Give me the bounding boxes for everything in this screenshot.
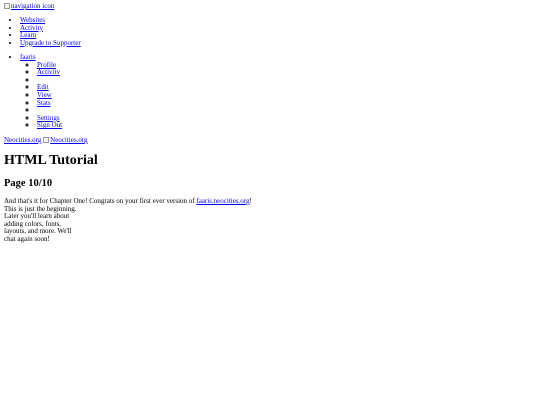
account-activity-link[interactable]: Activity: [37, 68, 60, 76]
sign-out-link[interactable]: Sign Out: [37, 121, 62, 130]
upgrade-link[interactable]: Upgrade to Supporter: [20, 39, 81, 47]
navigation-icon[interactable]: navigation icon: [4, 2, 54, 10]
stats-link[interactable]: Stats: [37, 99, 51, 107]
main-nav-item-upgrade: Upgrade to Supporter: [20, 39, 81, 48]
neocities-text-link[interactable]: Neocities.org: [4, 136, 41, 144]
neocities-logo-icon: [43, 137, 50, 143]
account-item-stats: Stats: [37, 99, 62, 108]
account-item-activity: Activity: [37, 68, 62, 77]
username-link[interactable]: faaris: [20, 53, 36, 61]
intro-prefix: And that's it for Chapter One! Congrats …: [4, 197, 197, 205]
nav-toggle[interactable]: navigation icon: [4, 2, 54, 11]
account-menu: faaris Profile Activity Edit View Stats …: [20, 53, 62, 130]
intro-suffix: !: [249, 197, 252, 205]
page-indicator: Page 10/10: [4, 178, 53, 189]
site-link[interactable]: faaris.neocities.org: [196, 197, 249, 205]
logo-row: Neocities.org Neocities.org: [4, 136, 88, 145]
neocities-logo-link[interactable]: Neocities.org: [43, 136, 88, 144]
navigation-icon-alt: navigation icon: [11, 2, 55, 10]
page-title: HTML Tutorial: [4, 153, 98, 168]
main-nav: Websites Activity Learn Upgrade to Suppo…: [20, 16, 81, 48]
account-item-signout: Sign Out: [37, 122, 62, 130]
tutorial-body: And that's it for Chapter One! Congrats …: [4, 197, 254, 244]
broken-image-icon: [4, 3, 10, 9]
body-line: chat again soon!: [4, 234, 50, 243]
account-item: faaris Profile Activity Edit View Stats …: [20, 53, 62, 130]
account-submenu: Profile Activity Edit View Stats Setting…: [20, 61, 62, 130]
neocities-logo-alt: Neocities.org: [50, 136, 88, 144]
